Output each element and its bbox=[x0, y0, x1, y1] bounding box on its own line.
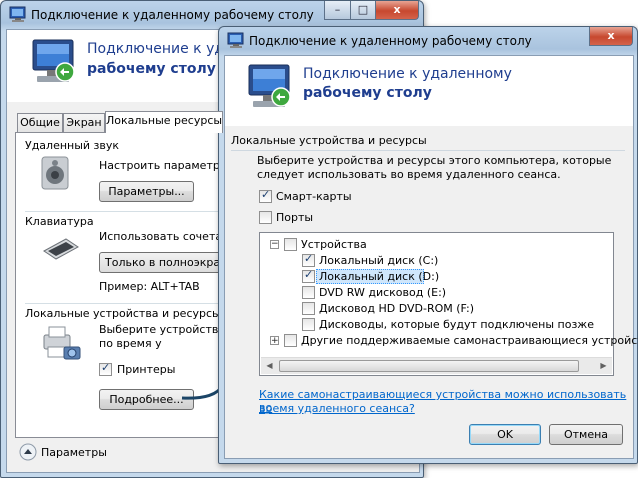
check-icon: ✓ bbox=[261, 188, 271, 201]
description-line1: Выберите устройства и ресурсы этого комп… bbox=[257, 154, 612, 167]
drive-c-label: Локальный диск (C:) bbox=[319, 254, 439, 267]
scroll-thumb[interactable] bbox=[279, 360, 579, 372]
front-header-line1: Подключение к удаленному bbox=[303, 66, 512, 82]
other-devices-label: Другие поддерживаемые самонастраивающиес… bbox=[301, 334, 638, 347]
expand-expander-icon[interactable]: + bbox=[270, 336, 279, 346]
scroll-left-icon[interactable]: ◀ bbox=[261, 358, 278, 374]
later-drives-checkbox[interactable] bbox=[302, 318, 315, 331]
front-window-title: Подключение к удаленному рабочему столу bbox=[249, 34, 532, 48]
devices-root-label: Устройства bbox=[301, 238, 367, 251]
ports-label: Порты bbox=[276, 211, 314, 224]
front-window: Подключение к удаленному рабочему столу … bbox=[218, 26, 638, 464]
ports-checkbox[interactable] bbox=[259, 211, 272, 224]
description-line2: следует использовать во время удаленного… bbox=[257, 168, 561, 181]
drive-e-checkbox[interactable] bbox=[302, 286, 315, 299]
group-title: Локальные устройства и ресурсы bbox=[231, 134, 427, 147]
group-divider bbox=[231, 150, 625, 151]
drive-d-label: Локальный диск (D:) bbox=[319, 270, 440, 283]
smart-cards-label: Смарт-карты bbox=[276, 190, 352, 203]
drive-c-checkbox[interactable]: ✓ bbox=[302, 252, 315, 267]
tab-local-resources[interactable]: Локальные ресурсы bbox=[105, 111, 223, 133]
check-icon: ✓ bbox=[304, 268, 314, 281]
plug-and-play-help-link-line2[interactable]: время удаленного сеанса? bbox=[259, 402, 415, 415]
front-close-button[interactable]: x bbox=[589, 27, 633, 46]
remote-desktop-logo-icon bbox=[248, 64, 291, 107]
horizontal-scrollbar[interactable]: ◀ ▶ bbox=[261, 357, 612, 374]
devices-root-checkbox[interactable] bbox=[284, 238, 297, 251]
front-header-line2: рабочему столу bbox=[303, 85, 432, 101]
front-header: Подключение к удаленному рабочему столу bbox=[225, 56, 633, 126]
other-devices-checkbox[interactable] bbox=[284, 334, 297, 347]
front-client-area: Подключение к удаленному рабочему столу … bbox=[224, 55, 638, 459]
drive-f-checkbox[interactable] bbox=[302, 302, 315, 315]
scroll-right-icon[interactable]: ▶ bbox=[595, 358, 612, 374]
cancel-button[interactable]: Отмена bbox=[549, 424, 623, 445]
devices-tree[interactable]: − Устройства ✓ Локальный диск (C:) ✓ Лок… bbox=[259, 232, 638, 376]
check-icon: ✓ bbox=[304, 252, 314, 265]
drive-f-label: Дисковод HD DVD-ROM (F:) bbox=[319, 302, 475, 315]
front-title-bar[interactable]: Подключение к удаленному рабочему столу … bbox=[219, 27, 637, 55]
ok-button[interactable]: OK bbox=[469, 424, 541, 445]
drive-d-checkbox[interactable]: ✓ bbox=[302, 268, 315, 283]
remote-desktop-app-icon bbox=[227, 32, 244, 48]
drive-e-label: DVD RW дисковод (E:) bbox=[319, 286, 447, 299]
later-drives-label: Дисководы, которые будут подключены позж… bbox=[319, 318, 594, 331]
collapse-expander-icon[interactable]: − bbox=[270, 240, 279, 249]
smart-cards-checkbox[interactable]: ✓ bbox=[259, 188, 272, 203]
local-devices-group: Локальные устройства и ресурсы Выберите … bbox=[231, 134, 638, 418]
